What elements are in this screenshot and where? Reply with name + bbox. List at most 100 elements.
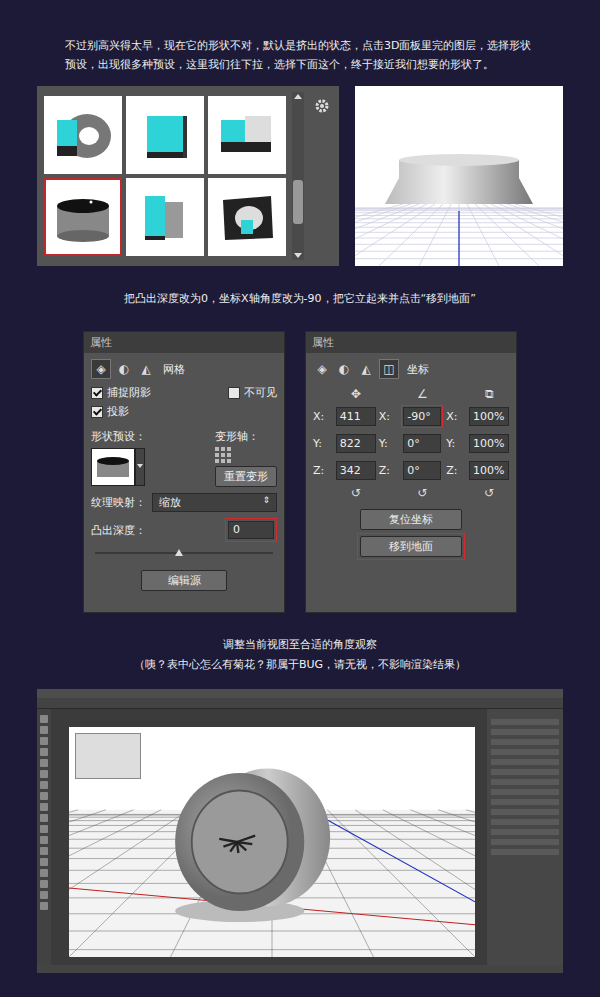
layer-row[interactable] [491, 749, 559, 755]
checkbox[interactable] [228, 387, 240, 399]
coord-button[interactable]: 复位坐标 [360, 509, 462, 530]
coordinates-panel: 属性 ◈ ◐ ◭ ◫ 坐标 ✥ ∠ ⧉ X:411 X:-90° X:100%Y… [305, 331, 517, 613]
layer-row[interactable] [491, 829, 559, 835]
checkbox-row[interactable]: 投影 [91, 404, 222, 419]
intro-text: 不过别高兴得太早，现在它的形状不对，默认是挤出的状态，点击3D面板里完的图层，选… [65, 36, 535, 74]
mesh-tab-icon[interactable]: ◈ [91, 359, 111, 379]
tool-icon[interactable] [40, 748, 48, 756]
material-tab-icon[interactable]: ◐ [335, 360, 353, 378]
coord-tab-icon[interactable]: ◫ [379, 359, 399, 379]
tool-icon[interactable] [40, 792, 48, 800]
preset-tile[interactable] [44, 96, 122, 174]
tool-icon[interactable] [40, 770, 48, 778]
layer-row[interactable] [491, 759, 559, 765]
rotation-highlight: 0° [401, 459, 443, 482]
mesh-properties-panel: 属性 ◈ ◐ ◭ 网格 捕捉阴影 不可见 投影 形状预设： 变形轴： 重置变形 … [83, 331, 285, 613]
tool-icon[interactable] [40, 737, 48, 745]
coord-button[interactable]: 移到地面 [360, 536, 462, 557]
reset-icon[interactable]: ↺ [336, 486, 376, 500]
position-input[interactable]: 822 [336, 434, 376, 453]
layer-row[interactable] [491, 839, 559, 845]
reset-deform-button[interactable]: 重置变形 [215, 466, 277, 487]
panel-tabs: ◈ ◐ ◭ ◫ 坐标 [313, 359, 509, 379]
tool-icon[interactable] [40, 836, 48, 844]
material-tab-icon[interactable]: ◐ [115, 360, 133, 378]
tool-icon[interactable] [40, 803, 48, 811]
reset-icon[interactable]: ↺ [469, 486, 509, 500]
position-input[interactable]: 342 [336, 461, 376, 480]
preset-tile[interactable] [208, 96, 286, 174]
tab-label: 坐标 [407, 362, 429, 377]
layer-row[interactable] [491, 739, 559, 745]
tool-icon[interactable] [40, 902, 48, 910]
scale-input[interactable]: 100% [469, 407, 509, 426]
button-highlight: 复位坐标 [357, 506, 465, 533]
layer-row[interactable] [491, 789, 559, 795]
checkbox[interactable] [91, 406, 103, 418]
menu-bar [37, 689, 563, 698]
scale-input[interactable]: 100% [469, 434, 509, 453]
layer-row[interactable] [491, 809, 559, 815]
texture-row: 纹理映射： 缩放⇕ [91, 493, 277, 512]
preset-scrollbar[interactable] [292, 92, 304, 260]
button-highlight: 移到地面 [357, 533, 465, 560]
shape-icon [215, 106, 279, 164]
step2-text: 把凸出深度改为0，坐标X轴角度改为-90，把它立起来并点击“移到地面” [124, 289, 476, 308]
preset-tile[interactable] [208, 178, 286, 256]
preset-row [37, 86, 563, 266]
deform-axis-icon[interactable] [215, 447, 231, 463]
preset-section: 形状预设： 变形轴： 重置变形 [91, 429, 277, 487]
depth-highlight: 0 [225, 518, 277, 542]
tool-icon[interactable] [40, 781, 48, 789]
texture-select[interactable]: 缩放⇕ [152, 493, 277, 512]
scale-input[interactable]: 100% [469, 461, 509, 480]
mesh-tab-icon[interactable]: ◈ [313, 360, 331, 378]
coordinate-grid: ✥ ∠ ⧉ X:411 X:-90° X:100%Y:822 Y:0° Y:10… [313, 387, 509, 500]
preset-tile[interactable] [44, 178, 122, 256]
preset-tile[interactable] [126, 178, 204, 256]
layer-row[interactable] [491, 729, 559, 735]
reset-icon[interactable]: ↺ [401, 486, 443, 500]
tool-icon[interactable] [40, 858, 48, 866]
scroll-up-icon[interactable] [294, 94, 302, 99]
layer-row[interactable] [491, 849, 559, 855]
tool-icon[interactable] [40, 880, 48, 888]
render-preview [355, 86, 563, 266]
depth-slider[interactable] [95, 548, 273, 558]
depth-input[interactable]: 0 [228, 521, 274, 539]
tool-icon[interactable] [40, 891, 48, 899]
tool-icon[interactable] [40, 847, 48, 855]
cap-tab-icon[interactable]: ◭ [357, 360, 375, 378]
rotation-input[interactable]: 0° [403, 434, 441, 453]
rotation-input[interactable]: -90° [403, 407, 441, 426]
position-input[interactable]: 411 [336, 407, 376, 426]
cylinder-icon [95, 453, 131, 481]
scroll-thumb[interactable] [293, 180, 303, 224]
tool-icon[interactable] [40, 825, 48, 833]
checkbox-row[interactable]: 不可见 [228, 385, 277, 400]
layer-row[interactable] [491, 769, 559, 775]
rotation-input[interactable]: 0° [403, 461, 441, 480]
right-panels [487, 709, 563, 965]
checkbox-row[interactable]: 捕捉阴影 [91, 385, 222, 400]
layer-row[interactable] [491, 779, 559, 785]
slider-thumb[interactable] [175, 549, 183, 556]
tutorial-page: 不过别高兴得太早，现在它的形状不对，默认是挤出的状态，点击3D面板里完的图层，选… [0, 0, 600, 997]
layer-row[interactable] [491, 719, 559, 725]
tool-icon[interactable] [40, 869, 48, 877]
scroll-down-icon[interactable] [294, 253, 302, 258]
depth-row: 凸出深度： 0 [91, 518, 277, 542]
layer-row[interactable] [491, 819, 559, 825]
preset-tile[interactable] [126, 96, 204, 174]
tool-icon[interactable] [40, 726, 48, 734]
edit-source-button[interactable]: 编辑源 [141, 570, 227, 591]
tool-icon[interactable] [40, 814, 48, 822]
checkbox[interactable] [91, 387, 103, 399]
layer-row[interactable] [491, 799, 559, 805]
cap-tab-icon[interactable]: ◭ [137, 360, 155, 378]
gear-icon[interactable] [314, 98, 330, 114]
tool-icon[interactable] [40, 715, 48, 723]
shape-preset-picker[interactable] [91, 448, 146, 486]
tool-icon[interactable] [40, 759, 48, 767]
checkbox-group: 捕捉阴影 不可见 投影 [91, 385, 277, 419]
